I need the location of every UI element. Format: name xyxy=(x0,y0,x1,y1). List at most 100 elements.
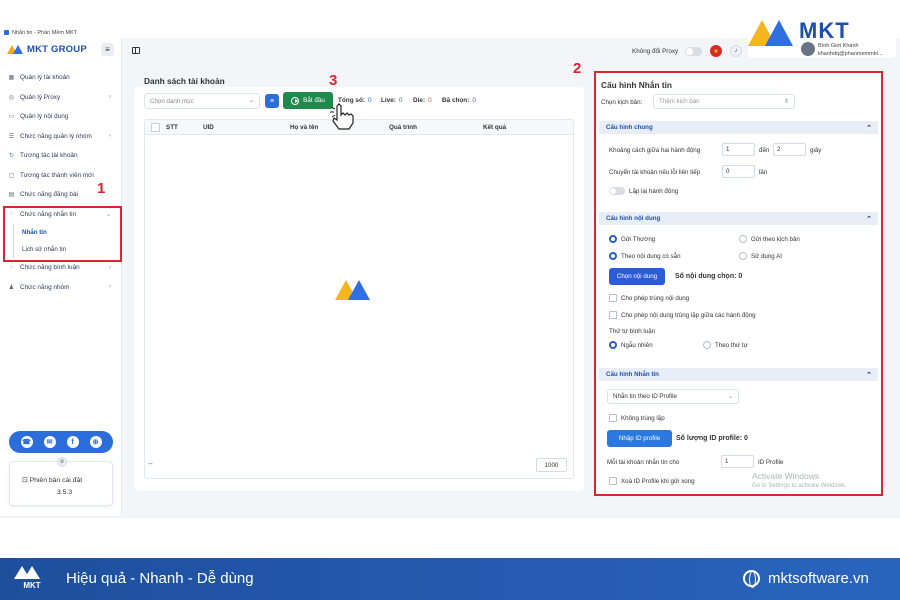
delete-after-checkbox[interactable] xyxy=(609,477,617,485)
account-list-title: Danh sách tài khoản xyxy=(144,76,225,86)
facebook-icon[interactable]: f xyxy=(66,436,79,448)
page-size-input[interactable]: 1000 xyxy=(536,458,567,472)
menu-toggle-button[interactable]: ≡ xyxy=(101,43,114,56)
activate-windows-subtext: Go to Settings to activate Windows. xyxy=(752,483,847,489)
stat-label: Đã chọn: xyxy=(442,97,470,104)
section-title: Cấu hình Nhắn tin xyxy=(606,371,659,378)
chevron-down-icon: ⌄ xyxy=(727,394,733,400)
by-content-radio[interactable] xyxy=(609,252,617,260)
interval-label: Khoảng cách giữa hai hành động xyxy=(609,147,701,154)
switch-account-input[interactable]: 0 xyxy=(722,165,755,178)
send-normal-radio[interactable] xyxy=(609,235,617,243)
settings-icon[interactable]: ⚙ xyxy=(57,457,67,467)
version-card: ⚙ ⊡ Phiên bản cài đặt 3.5.3 xyxy=(9,457,113,506)
column-stt[interactable]: STT xyxy=(166,124,203,131)
column-uid[interactable]: UID xyxy=(203,124,290,131)
random-order-radio[interactable] xyxy=(609,341,617,349)
section-general-header[interactable]: Cấu hình chung ⌃ xyxy=(599,121,878,134)
no-duplicate-checkbox[interactable] xyxy=(609,414,617,422)
allow-duplicate-between-checkbox[interactable] xyxy=(609,311,617,319)
social-links: ☎ ✉ f ⊕ xyxy=(9,431,113,453)
per-account-input[interactable]: 1 xyxy=(721,455,754,468)
choose-content-button[interactable]: Chọn nội dung xyxy=(609,268,665,285)
send-script-radio[interactable] xyxy=(739,235,747,243)
stat-selected: Đã chọn: 0 xyxy=(442,97,476,104)
version-number: 3.5.3 xyxy=(57,489,73,496)
chevron-right-icon: › xyxy=(109,284,111,291)
sidebar-item-content[interactable]: ▭ Quản lý nội dung xyxy=(0,107,121,127)
chevron-updown-icon: ⇕ xyxy=(783,99,789,105)
chevron-up-icon: ⌃ xyxy=(866,371,872,379)
stat-die: Die: 0 xyxy=(413,97,432,104)
sidebar-item-label: Chức năng nhóm xyxy=(20,283,70,291)
footer-website[interactable]: mktsoftware.vn xyxy=(768,570,869,587)
stat-value: 0 xyxy=(428,97,432,104)
globe-icon xyxy=(743,570,760,588)
message-config-panel: Cấu hình Nhắn tin Chọn kịch bản: Thêm kị… xyxy=(594,71,883,496)
messenger-icon[interactable]: ✉ xyxy=(43,436,56,448)
category-select[interactable]: Chọn danh mục ⌄ xyxy=(144,93,260,109)
app-icon xyxy=(4,30,9,35)
use-ai-radio[interactable] xyxy=(739,252,747,260)
stat-label: Die: xyxy=(413,97,426,104)
column-result[interactable]: Kết quả xyxy=(483,124,563,131)
scenario-select[interactable]: Thêm kịch bản ⇕ xyxy=(653,94,795,109)
times-label: lần xyxy=(759,169,768,176)
import-profile-button[interactable]: Nhập ID profile xyxy=(607,430,672,447)
repeat-label: Lặp lại hành động xyxy=(629,188,679,195)
stat-live: Live: 0 xyxy=(381,97,402,104)
per-account-label: Mỗi tài khoản nhắn tin cho xyxy=(607,459,680,466)
sidebar-item-label: Chức năng đăng bài xyxy=(20,191,78,199)
sidebar-item-label: Tương tác thành viên mới xyxy=(20,171,94,179)
language-flag-icon[interactable]: ★ xyxy=(710,45,722,57)
panel-toggle-icon[interactable] xyxy=(132,47,140,54)
sidebar-item-account-management[interactable]: ▦ Quản lý tài khoản xyxy=(0,68,121,88)
bell-icon[interactable]: ♪ xyxy=(730,45,742,57)
message-mode-select[interactable]: Nhắn tin theo ID Profile ⌄ xyxy=(607,389,739,404)
support-icon[interactable]: ☎ xyxy=(20,436,33,448)
interval-to-input[interactable]: 2 xyxy=(773,143,806,156)
group-icon: ♟ xyxy=(8,284,15,291)
scenario-placeholder: Thêm kịch bản xyxy=(659,98,700,105)
repeat-toggle[interactable] xyxy=(609,187,625,195)
sidebar-item-groups[interactable]: ♟ Chức năng nhóm › xyxy=(0,278,121,298)
sidebar-item-account-interaction[interactable]: ↻ Tương tác tài khoản xyxy=(0,146,121,166)
proxy-toggle[interactable] xyxy=(685,47,702,56)
sequential-order-radio[interactable] xyxy=(703,341,711,349)
chevron-right-icon: › xyxy=(109,133,111,140)
column-progress[interactable]: Quá trình xyxy=(389,124,483,131)
allow-duplicate-checkbox[interactable] xyxy=(609,294,617,302)
globe-icon: ◎ xyxy=(8,94,15,101)
filter-button[interactable]: ≡ xyxy=(265,94,279,108)
sidebar: MKT GROUP ≡ ▦ Quản lý tài khoản ◎ Quản lý … xyxy=(0,38,122,516)
no-duplicate-label: Không trùng lặp xyxy=(621,415,665,422)
avatar[interactable] xyxy=(801,42,815,56)
interval-from-input[interactable]: 1 xyxy=(722,143,755,156)
sidebar-item-proxy[interactable]: ◎ Quản lý Proxy › xyxy=(0,88,121,108)
comment-order-label: Thứ tự bình luận xyxy=(609,328,656,335)
annotation-box-1 xyxy=(3,206,122,262)
table-footer: -- 1000 xyxy=(145,454,573,478)
section-message-header[interactable]: Cấu hình Nhắn tin ⌃ xyxy=(599,368,878,381)
stat-value: 0 xyxy=(472,97,476,104)
by-content-label: Theo nội dung có sẵn xyxy=(621,253,681,260)
sidebar-item-group-management[interactable]: ☰ Chức năng quản lý nhóm › xyxy=(0,127,121,147)
brand-name: MKT GROUP xyxy=(27,44,87,55)
comment-icon: ◌ xyxy=(9,264,14,271)
section-title: Cấu hình chung xyxy=(606,124,653,131)
section-content-header[interactable]: Cấu hình nội dung ⌃ xyxy=(599,212,878,225)
select-all-checkbox[interactable] xyxy=(151,122,160,132)
brand: MKT GROUP xyxy=(7,44,87,55)
footer-logo-text: MKT xyxy=(23,581,41,590)
website-icon[interactable]: ⊕ xyxy=(89,436,102,448)
to-label: đến xyxy=(759,147,770,154)
start-button[interactable]: Bắt đầu xyxy=(283,92,333,109)
sidebar-item-label: Chức năng quản lý nhóm xyxy=(20,132,92,140)
chevron-up-icon: ⌃ xyxy=(866,215,872,223)
chevron-right-icon: › xyxy=(109,264,111,271)
config-title: Cấu hình Nhắn tin xyxy=(601,80,672,90)
grid-icon: ▦ xyxy=(8,75,15,82)
newmember-icon: ▢ xyxy=(8,172,15,179)
users-icon: ☰ xyxy=(8,133,15,140)
message-icon: ▭ xyxy=(8,114,15,121)
